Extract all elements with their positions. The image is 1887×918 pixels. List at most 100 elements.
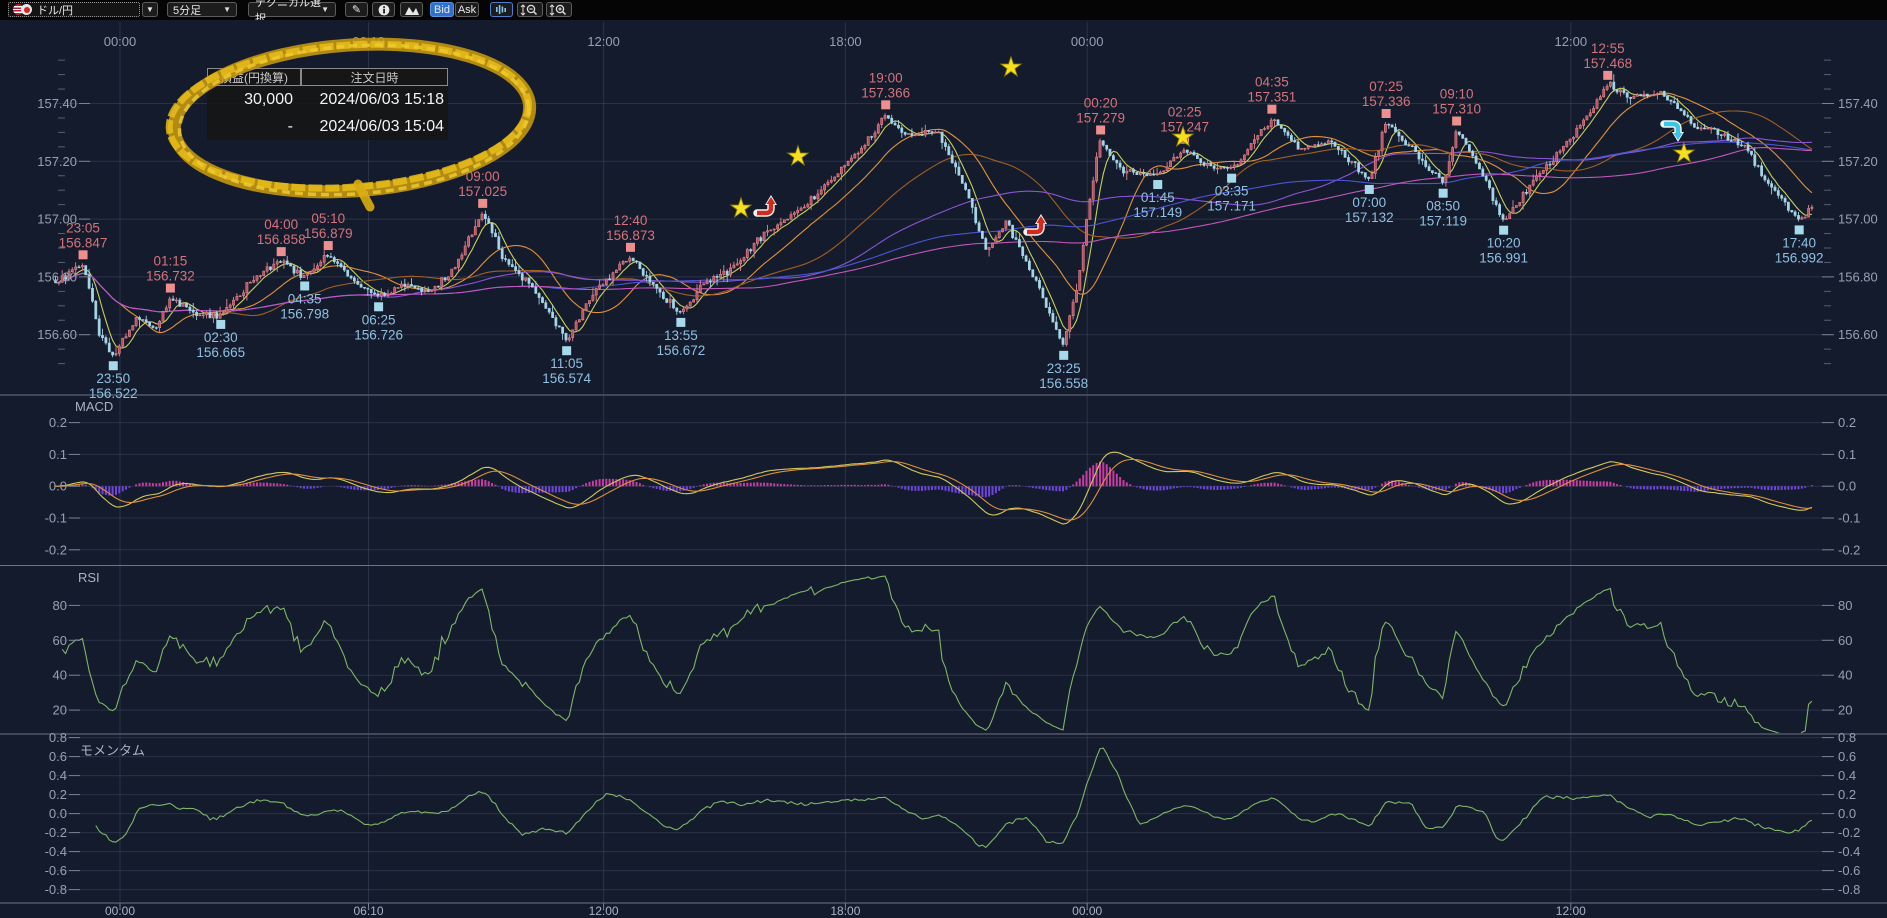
order-row: 30,000 2024/06/03 15:18 <box>207 86 448 113</box>
svg-text:08:50: 08:50 <box>1426 199 1460 214</box>
order-pl-value: - <box>207 113 293 140</box>
svg-text:156.80: 156.80 <box>37 269 77 284</box>
svg-text:156.80: 156.80 <box>1838 269 1878 284</box>
sell-marker-square <box>478 199 487 208</box>
sell-marker-square <box>1452 117 1461 126</box>
svg-text:18:00: 18:00 <box>829 34 862 49</box>
svg-text:12:00: 12:00 <box>1556 904 1586 918</box>
svg-text:07:25: 07:25 <box>1369 79 1403 94</box>
svg-text:10:20: 10:20 <box>1487 236 1521 251</box>
star-stamp-icon: ★ <box>1672 138 1696 168</box>
sell-marker-square <box>79 250 88 259</box>
svg-text:156.879: 156.879 <box>304 226 353 241</box>
svg-text:-0.2: -0.2 <box>1838 542 1860 557</box>
svg-text:0.4: 0.4 <box>49 768 67 783</box>
svg-text:20: 20 <box>1838 703 1852 718</box>
svg-text:40: 40 <box>1838 668 1852 683</box>
svg-text:11:05: 11:05 <box>550 356 583 371</box>
buy-marker-square <box>562 346 571 355</box>
svg-text:-0.2: -0.2 <box>45 542 67 557</box>
svg-text:06:10: 06:10 <box>352 34 385 49</box>
order-time-value: 2024/06/03 15:18 <box>293 86 448 113</box>
sell-marker-square <box>324 241 333 250</box>
buy-marker-square <box>374 302 383 311</box>
svg-text:156.574: 156.574 <box>542 371 591 386</box>
svg-text:0.0: 0.0 <box>49 479 67 494</box>
svg-text:-0.6: -0.6 <box>1838 863 1860 878</box>
order-pl-value: 30,000 <box>207 86 293 113</box>
svg-text:13:55: 13:55 <box>664 328 698 343</box>
svg-text:157.00: 157.00 <box>1838 212 1878 227</box>
svg-text:0.6: 0.6 <box>1838 749 1856 764</box>
svg-text:02:25: 02:25 <box>1168 105 1202 120</box>
svg-text:01:45: 01:45 <box>1141 190 1175 205</box>
svg-text:06:25: 06:25 <box>362 312 396 327</box>
momentum-panel-label: モメンタム <box>80 740 145 759</box>
sell-marker-square <box>626 243 635 252</box>
svg-text:156.873: 156.873 <box>606 228 655 243</box>
svg-text:20: 20 <box>53 703 67 718</box>
svg-text:06:10: 06:10 <box>354 904 384 918</box>
svg-text:01:15: 01:15 <box>153 254 187 269</box>
star-stamp-icon: ★ <box>729 193 753 223</box>
svg-text:157.20: 157.20 <box>37 154 77 169</box>
svg-text:0.1: 0.1 <box>49 447 67 462</box>
svg-text:-0.8: -0.8 <box>1838 882 1860 897</box>
svg-text:156.732: 156.732 <box>146 269 195 284</box>
svg-text:0.8: 0.8 <box>1838 730 1856 745</box>
svg-text:157.336: 157.336 <box>1362 94 1411 109</box>
buy-marker-square <box>109 361 118 370</box>
svg-text:157.171: 157.171 <box>1207 199 1256 214</box>
svg-text:12:40: 12:40 <box>614 213 648 228</box>
svg-text:04:35: 04:35 <box>1255 75 1289 90</box>
svg-text:0.0: 0.0 <box>49 806 67 821</box>
svg-text:80: 80 <box>53 598 67 613</box>
svg-text:157.310: 157.310 <box>1432 102 1481 117</box>
svg-text:156.847: 156.847 <box>59 235 108 250</box>
order-time-value: 2024/06/03 15:04 <box>293 113 448 140</box>
buy-marker-square <box>300 281 309 290</box>
svg-text:12:00: 12:00 <box>589 904 619 918</box>
svg-text:157.025: 157.025 <box>458 184 507 199</box>
svg-text:156.672: 156.672 <box>656 343 705 358</box>
svg-text:09:10: 09:10 <box>1440 87 1474 102</box>
sell-marker-square <box>166 284 175 293</box>
svg-text:23:05: 23:05 <box>66 220 100 235</box>
time-column-header: 注文日時 <box>301 68 448 86</box>
svg-text:157.468: 157.468 <box>1583 56 1632 71</box>
svg-text:23:50: 23:50 <box>96 371 130 386</box>
svg-text:-0.4: -0.4 <box>45 844 67 859</box>
svg-text:-0.2: -0.2 <box>1838 825 1860 840</box>
svg-text:157.279: 157.279 <box>1076 110 1125 125</box>
svg-text:0.1: 0.1 <box>1838 447 1856 462</box>
svg-text:-0.1: -0.1 <box>1838 511 1860 526</box>
svg-text:07:00: 07:00 <box>1352 195 1386 210</box>
svg-text:156.798: 156.798 <box>280 306 329 321</box>
svg-text:156.60: 156.60 <box>37 327 77 342</box>
buy-marker-square <box>1499 226 1508 235</box>
order-info-tooltip: 損益(円換算) 注文日時 30,000 2024/06/03 15:18 - 2… <box>207 68 448 140</box>
svg-text:02:30: 02:30 <box>204 330 238 345</box>
svg-text:17:40: 17:40 <box>1782 235 1816 250</box>
star-stamp-icon: ★ <box>999 52 1023 82</box>
svg-text:0.2: 0.2 <box>1838 415 1856 430</box>
svg-text:157.40: 157.40 <box>37 96 77 111</box>
svg-text:0.0: 0.0 <box>1838 479 1856 494</box>
rsi-panel-label: RSI <box>78 570 100 585</box>
svg-text:80: 80 <box>1838 598 1852 613</box>
svg-text:12:00: 12:00 <box>587 34 620 49</box>
svg-text:04:35: 04:35 <box>288 291 322 306</box>
sell-marker-square <box>1096 125 1105 134</box>
buy-marker-square <box>216 320 225 329</box>
sell-marker-square <box>1603 71 1612 80</box>
macd-panel-label: MACD <box>75 399 113 414</box>
svg-text:19:00: 19:00 <box>869 70 903 85</box>
buy-marker-square <box>1365 185 1374 194</box>
svg-text:-0.6: -0.6 <box>45 863 67 878</box>
sell-marker-square <box>1267 105 1276 114</box>
sell-marker-square <box>1382 109 1391 118</box>
order-row: - 2024/06/03 15:04 <box>207 113 448 140</box>
svg-text:157.40: 157.40 <box>1838 96 1878 111</box>
order-tooltip-header: 損益(円換算) 注文日時 <box>207 68 448 86</box>
svg-text:03:35: 03:35 <box>1215 184 1249 199</box>
